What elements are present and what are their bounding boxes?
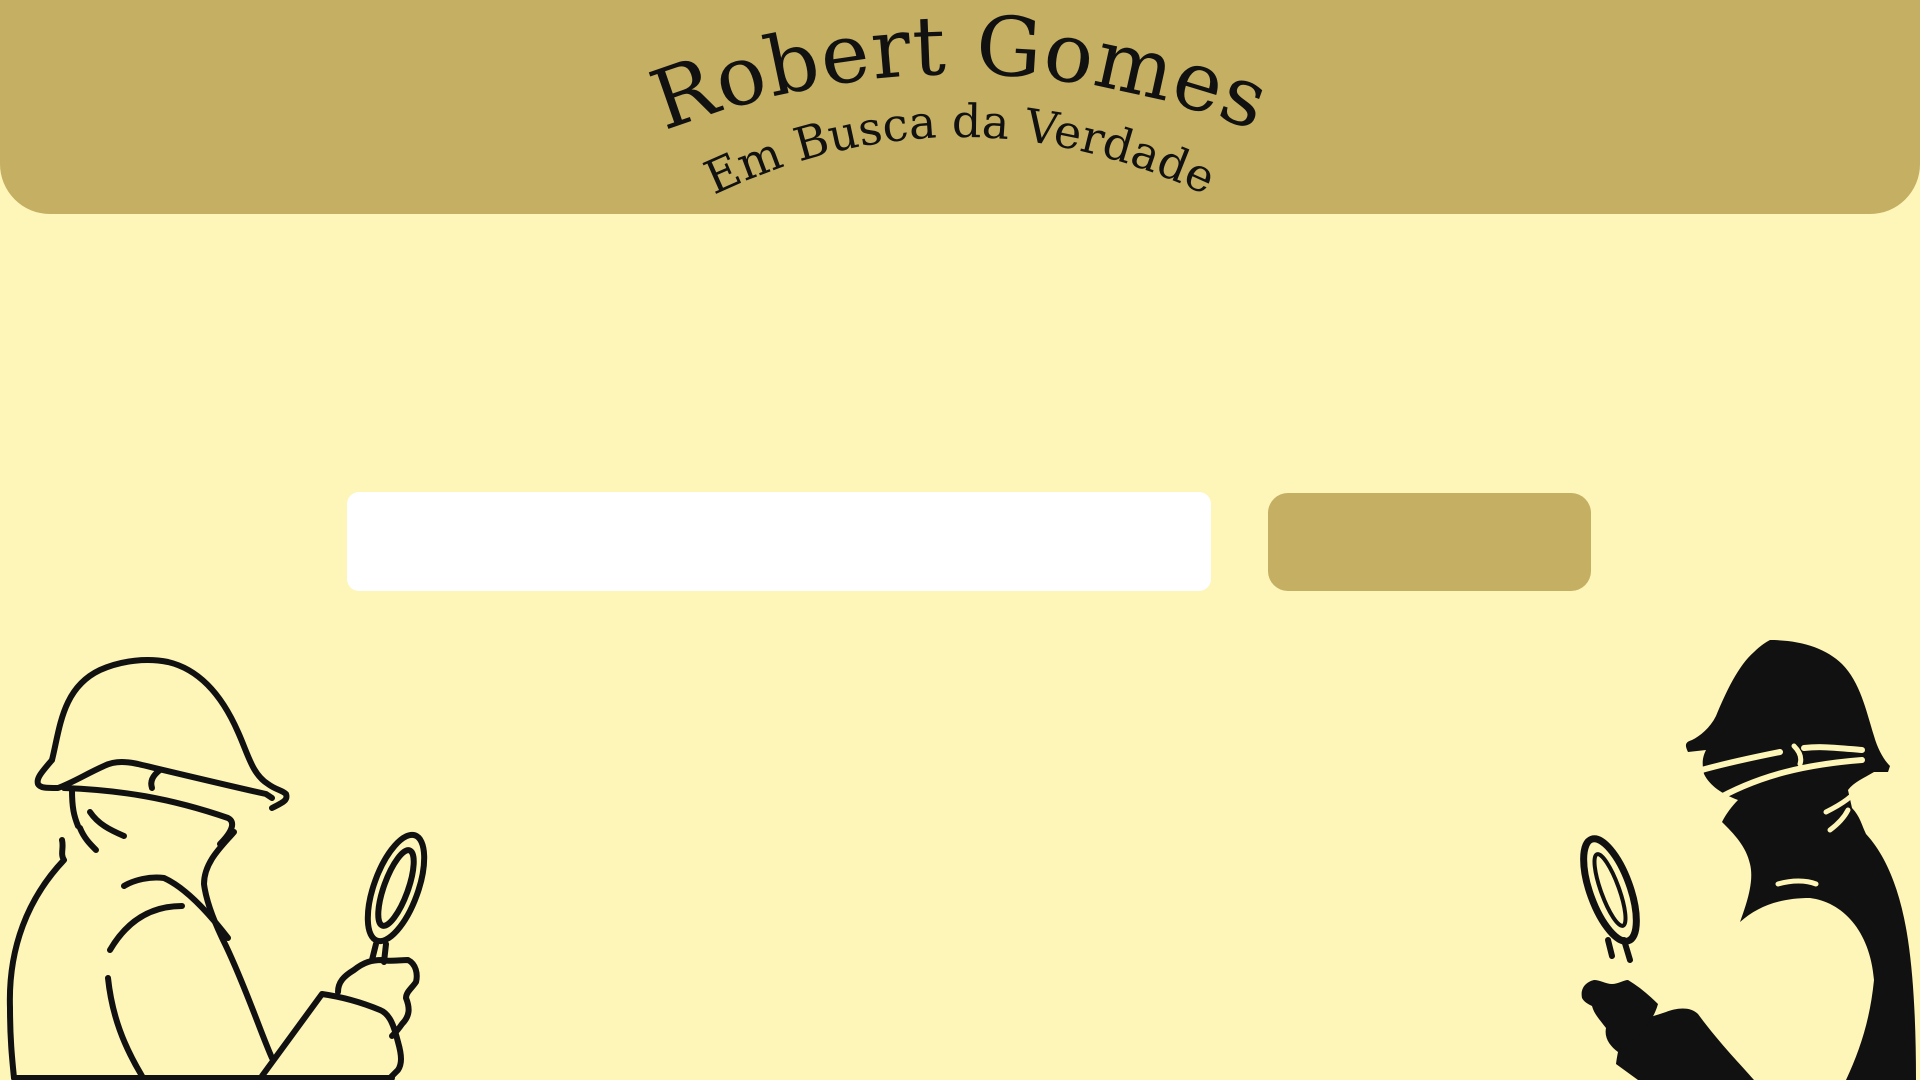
search-input[interactable] bbox=[347, 492, 1211, 591]
header-banner: Robert Gomes Em Busca da Verdade bbox=[0, 0, 1920, 214]
search-button[interactable] bbox=[1268, 493, 1591, 591]
page: Robert Gomes Em Busca da Verdade bbox=[0, 0, 1920, 1080]
detective-outline-icon bbox=[6, 657, 428, 1080]
detective-silhouette-icon bbox=[1580, 640, 1916, 1080]
header-title-art: Robert Gomes Em Busca da Verdade bbox=[640, 0, 1280, 205]
